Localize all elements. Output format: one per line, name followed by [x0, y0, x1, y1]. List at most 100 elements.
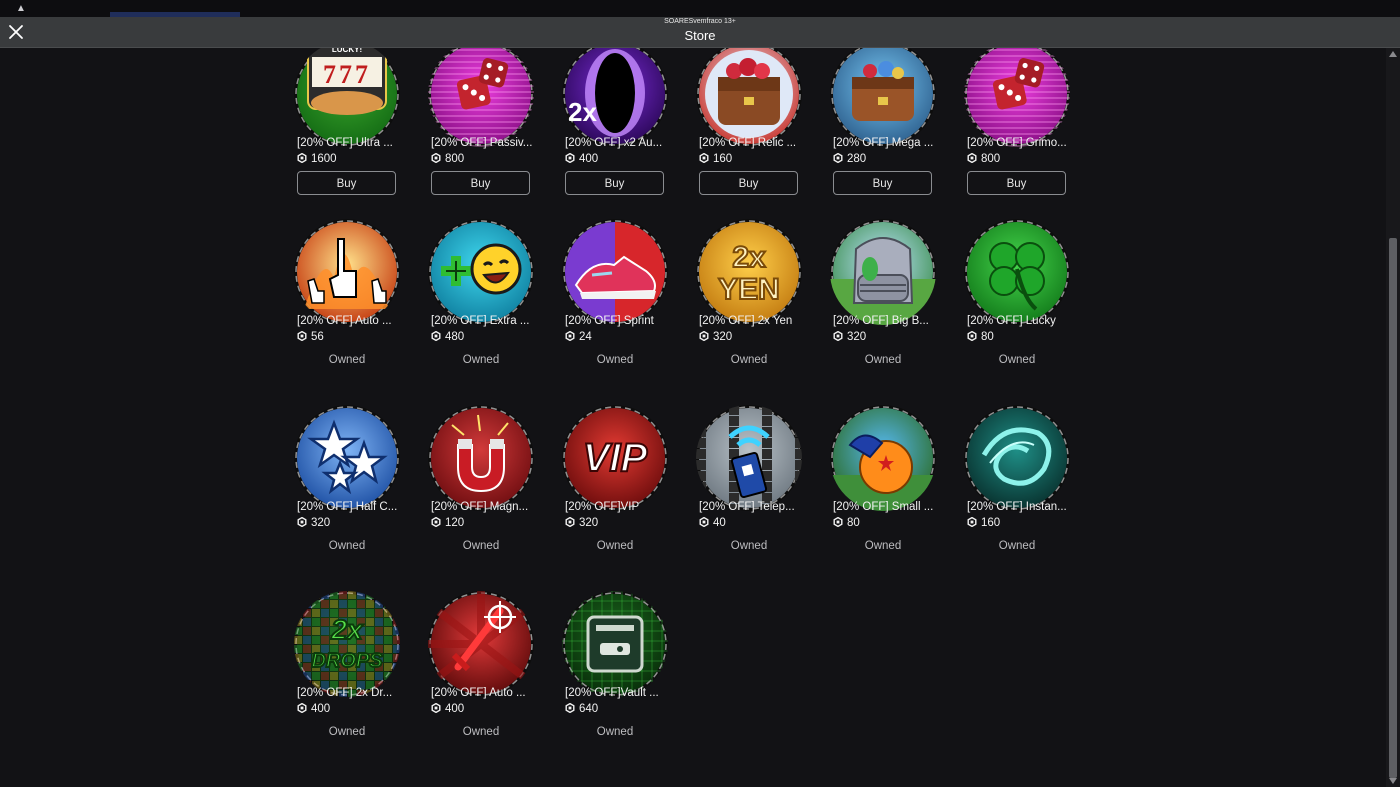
- item-price: 400: [431, 703, 464, 715]
- owned-label: Owned: [328, 726, 366, 738]
- owned-label: Owned: [730, 540, 768, 552]
- store-item-card[interactable]: [20% OFF] Passiv... 800 Buy: [428, 48, 538, 216]
- item-name: [20% OFF] Extra ...: [431, 315, 530, 327]
- price-value: 320: [311, 517, 331, 529]
- item-name: [20% OFF]Vault ...: [565, 687, 659, 699]
- store-item-card[interactable]: [20% OFF] Magn... 120 Owned: [428, 405, 538, 580]
- store-item-card[interactable]: [20% OFF] Auto ... 56 Owned: [294, 219, 404, 394]
- price-value: 480: [445, 331, 465, 343]
- price-value: 120: [445, 517, 465, 529]
- buy-button[interactable]: Buy: [565, 171, 664, 195]
- dice-icon[interactable]: [964, 48, 1070, 147]
- store-item-list[interactable]: LUCKY! 777 [20% OFF] Ultra ... 1600 Buy […: [0, 48, 1400, 787]
- store-item-card[interactable]: [20% OFF] Relic ... 160 Buy: [696, 48, 806, 216]
- store-item-card[interactable]: [20% OFF] Half C... 320 Owned: [294, 405, 404, 580]
- store-item-card[interactable]: [20% OFF] Telep... 40 Owned: [696, 405, 806, 580]
- owned-label: Owned: [864, 354, 902, 366]
- owned-label: Owned: [864, 540, 902, 552]
- robux-icon: [565, 331, 575, 341]
- svg-text:777: 777: [323, 60, 371, 89]
- store-item-card[interactable]: [20% OFF] Sprint 24 Owned: [562, 219, 672, 394]
- item-price: 320: [297, 517, 330, 529]
- robux-icon: [431, 703, 441, 713]
- item-name: [20% OFF] Ultra ...: [297, 137, 393, 149]
- item-price: 400: [297, 703, 330, 715]
- robux-icon: [699, 517, 709, 527]
- buy-button[interactable]: Buy: [297, 171, 396, 195]
- relic-bag-icon[interactable]: [696, 48, 802, 147]
- scroll-down-arrow[interactable]: [1389, 778, 1397, 784]
- item-name: [20% OFF] Passiv...: [431, 137, 533, 149]
- store-item-card[interactable]: VIP [20% OFF]VIP 320 Owned: [562, 405, 672, 580]
- clover-icon[interactable]: [964, 219, 1070, 325]
- store-item-card[interactable]: 2x [20% OFF] x2 Au... 400 Buy: [562, 48, 672, 216]
- robux-icon: [967, 517, 977, 527]
- teleport-remote-icon[interactable]: [696, 405, 802, 511]
- item-name: [20% OFF] Big B...: [833, 315, 929, 327]
- item-price: 80: [833, 517, 860, 529]
- vault-icon[interactable]: [562, 591, 668, 697]
- item-price: 320: [699, 331, 732, 343]
- item-name: [20% OFF] 2x Dr...: [297, 687, 393, 699]
- item-price: 640: [565, 703, 598, 715]
- svg-text:DROPS: DROPS: [311, 650, 383, 672]
- stars-icon[interactable]: [294, 405, 400, 511]
- scrollbar-thumb[interactable]: [1389, 238, 1397, 778]
- store-item-card[interactable]: 2x YEN [20% OFF] 2x Yen 320 Owned: [696, 219, 806, 394]
- robux-icon: [431, 331, 441, 341]
- store-item-card[interactable]: 2x DROPS [20% OFF] 2x Dr... 400 Owned: [294, 591, 404, 766]
- sprint-shoe-icon[interactable]: [562, 219, 668, 325]
- lucky-777-icon[interactable]: LUCKY! 777: [294, 48, 400, 147]
- price-value: 1600: [311, 153, 337, 165]
- robux-icon: [431, 517, 441, 527]
- owned-label: Owned: [462, 540, 500, 552]
- svg-text:LUCKY!: LUCKY!: [332, 48, 362, 54]
- username-label: SOARESvemfraco 13+: [664, 18, 736, 25]
- scroll-up-arrow[interactable]: [1389, 51, 1397, 57]
- big-backpack-icon[interactable]: [830, 219, 936, 325]
- scrollbar[interactable]: [1386, 48, 1400, 787]
- item-price: 56: [297, 331, 324, 343]
- store-item-card[interactable]: [20% OFF] Small ... 80 Owned: [830, 405, 940, 580]
- item-name: [20% OFF] Sprint: [565, 315, 654, 327]
- owned-label: Owned: [596, 540, 634, 552]
- extra-smiley-icon[interactable]: [428, 219, 534, 325]
- item-price: 120: [431, 517, 464, 529]
- store-item-card[interactable]: [20% OFF]Vault ... 640 Owned: [562, 591, 672, 766]
- 2x-yen-icon[interactable]: 2x YEN: [696, 219, 802, 325]
- store-item-card[interactable]: [20% OFF] Extra ... 480 Owned: [428, 219, 538, 394]
- store-item-card[interactable]: [20% OFF] Big B... 320 Owned: [830, 219, 940, 394]
- dragon-ball-bag-icon[interactable]: [830, 405, 936, 511]
- auto-click-hand-icon[interactable]: [294, 219, 400, 325]
- auto-sword-icon[interactable]: [428, 591, 534, 697]
- store-item-card[interactable]: [20% OFF] Auto ... 400 Owned: [428, 591, 538, 766]
- x2-aura-icon[interactable]: 2x: [562, 48, 668, 147]
- price-value: 24: [579, 331, 592, 343]
- instant-swirl-icon[interactable]: [964, 405, 1070, 511]
- item-price: 320: [565, 517, 598, 529]
- store-item-card[interactable]: [20% OFF] Mega ... 280 Buy: [830, 48, 940, 216]
- item-name: [20% OFF] 2x Yen: [699, 315, 793, 327]
- store-item-card[interactable]: [20% OFF] Grimo... 800 Buy: [964, 48, 1074, 216]
- owned-label: Owned: [328, 540, 366, 552]
- buy-button[interactable]: Buy: [431, 171, 530, 195]
- buy-button[interactable]: Buy: [699, 171, 798, 195]
- item-price: 24: [565, 331, 592, 343]
- buy-button[interactable]: Buy: [967, 171, 1066, 195]
- store-item-card[interactable]: [20% OFF] Lucky 80 Owned: [964, 219, 1074, 394]
- dice-icon[interactable]: [428, 48, 534, 147]
- owned-label: Owned: [328, 354, 366, 366]
- 2x-drops-icon[interactable]: 2x DROPS: [294, 591, 400, 697]
- price-value: 400: [579, 153, 599, 165]
- item-price: 400: [565, 153, 598, 165]
- robux-icon: [565, 517, 575, 527]
- mega-bag-icon[interactable]: [830, 48, 936, 147]
- robux-icon: [967, 153, 977, 163]
- buy-button[interactable]: Buy: [833, 171, 932, 195]
- vip-icon[interactable]: VIP: [562, 405, 668, 511]
- price-value: 160: [981, 517, 1001, 529]
- chevron-up-icon[interactable]: ▲: [16, 4, 26, 14]
- magnet-icon[interactable]: [428, 405, 534, 511]
- store-item-card[interactable]: LUCKY! 777 [20% OFF] Ultra ... 1600 Buy: [294, 48, 404, 216]
- store-item-card[interactable]: [20% OFF] Instan... 160 Owned: [964, 405, 1074, 580]
